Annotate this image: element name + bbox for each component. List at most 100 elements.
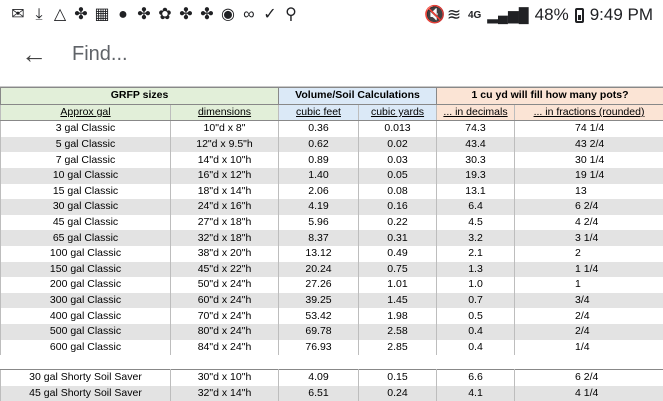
cell-decimals: 2.1 [437, 246, 515, 262]
cell-cubic-feet: 8.37 [279, 230, 359, 246]
cell-dimensions: 45"d x 22"h [171, 262, 279, 278]
cell-decimals: 0.7 [437, 293, 515, 309]
cell-fractions: 13 [515, 184, 663, 200]
table-row: 30 gal Classic24"d x 16"h4.190.166.46 2/… [1, 199, 663, 215]
col-header-dimensions: dimensions [171, 104, 279, 121]
cell-fractions: 43 2/4 [515, 137, 663, 153]
cell-cubic-yards: 0.24 [359, 386, 437, 401]
status-bar: ✉ ⤓ △ ✤ ▦ ● ✤ ✿ ✤ ✤ ◉ ∞ ✓ ⚲ 🔇 ≋ 4G ▂▄▆█ … [0, 0, 663, 30]
pot-size-table: GRFP sizes Volume/Soil Calculations 1 cu… [0, 87, 663, 401]
cell-dimensions: 38"d x 20"h [171, 246, 279, 262]
cell-fractions: 4 2/4 [515, 215, 663, 231]
cell-fractions: 30 1/4 [515, 152, 663, 168]
cell-cubic-feet: 6.51 [279, 386, 359, 401]
table-row: 5 gal Classic12"d x 9.5"h0.620.0243.443 … [1, 137, 663, 153]
cell-approx-gal: 500 gal Classic [1, 324, 171, 340]
cell-dimensions: 30"d x 10"h [171, 370, 279, 386]
cell-cubic-yards: 1.98 [359, 308, 437, 324]
cell-dimensions: 50"d x 24"h [171, 277, 279, 293]
cell-decimals: 1.3 [437, 262, 515, 278]
cell-decimals: 13.1 [437, 184, 515, 200]
cell-approx-gal: 45 gal Shorty Soil Saver [1, 386, 171, 401]
col-header-fractions: ... in fractions (rounded) [515, 104, 663, 121]
cell-dimensions: 18"d x 14"h [171, 184, 279, 200]
cell-approx-gal: 10 gal Classic [1, 168, 171, 184]
table-row: 10 gal Classic16"d x 12"h1.400.0519.319 … [1, 168, 663, 184]
cell-cubic-feet: 0.89 [279, 152, 359, 168]
col-header-cubic-yards: cubic yards [359, 104, 437, 121]
cell-decimals: 4.1 [437, 386, 515, 401]
cell-dimensions: 12"d x 9.5"h [171, 137, 279, 153]
find-bar: ← [0, 30, 663, 78]
cell-cubic-yards: 0.03 [359, 152, 437, 168]
calendar-icon: ▦ [94, 6, 110, 24]
cell-dimensions: 70"d x 24"h [171, 308, 279, 324]
table-row: 600 gal Classic84"d x 24"h76.932.850.41/… [1, 340, 663, 356]
cell-decimals: 6.4 [437, 199, 515, 215]
cell-decimals: 1.0 [437, 277, 515, 293]
table-row: 500 gal Classic80"d x 24"h69.782.580.42/… [1, 324, 663, 340]
cell-cubic-yards: 0.02 [359, 137, 437, 153]
col-header-decimals: ... in decimals [437, 104, 515, 121]
cell-cubic-yards: 2.58 [359, 324, 437, 340]
cell-fractions: 19 1/4 [515, 168, 663, 184]
cell-cubic-yards: 1.01 [359, 277, 437, 293]
cell-decimals: 43.4 [437, 137, 515, 153]
signal-icon: ▂▄▆█ [487, 7, 528, 24]
cell-fractions: 1 1/4 [515, 262, 663, 278]
cell-approx-gal: 400 gal Classic [1, 308, 171, 324]
table-row: 100 gal Classic38"d x 20"h13.120.492.12 [1, 246, 663, 262]
cell-approx-gal: 100 gal Classic [1, 246, 171, 262]
spacer-cell [437, 355, 515, 370]
volume-header: Volume/Soil Calculations [279, 88, 437, 105]
cell-cubic-feet: 5.96 [279, 215, 359, 231]
keyhole-icon: ⚲ [283, 6, 299, 24]
pinwheel-icon: ✤ [136, 6, 152, 24]
cell-cubic-feet: 69.78 [279, 324, 359, 340]
cell-cubic-feet: 0.62 [279, 137, 359, 153]
table-row: 65 gal Classic32"d x 18"h8.370.313.23 1/… [1, 230, 663, 246]
table-row: 45 gal Classic27"d x 18"h5.960.224.54 2/… [1, 215, 663, 231]
cell-cubic-feet: 1.40 [279, 168, 359, 184]
circle-icon: ● [115, 6, 131, 24]
find-input[interactable] [70, 42, 574, 67]
clock: 9:49 PM [590, 5, 653, 25]
cell-fractions: 4 1/4 [515, 386, 663, 401]
cell-cubic-yards: 0.013 [359, 121, 437, 137]
cell-cubic-yards: 0.22 [359, 215, 437, 231]
spacer-cell [515, 355, 663, 370]
cell-cubic-yards: 0.31 [359, 230, 437, 246]
cell-dimensions: 80"d x 24"h [171, 324, 279, 340]
cell-decimals: 3.2 [437, 230, 515, 246]
spacer-cell [359, 355, 437, 370]
col-header-approx-gal: Approx gal [1, 104, 171, 121]
cell-decimals: 0.4 [437, 340, 515, 356]
gmail-icon: ✉ [10, 6, 26, 24]
cell-cubic-yards: 0.16 [359, 199, 437, 215]
col-header-cubic-feet: cubic feet [279, 104, 359, 121]
cell-fractions: 1/4 [515, 340, 663, 356]
cell-dimensions: 32"d x 14"h [171, 386, 279, 401]
bird-icon: ✿ [157, 6, 173, 24]
cell-cubic-feet: 4.09 [279, 370, 359, 386]
cell-fractions: 74 1/4 [515, 121, 663, 137]
cell-decimals: 4.5 [437, 215, 515, 231]
spacer-cell [279, 355, 359, 370]
spreadsheet-view[interactable]: GRFP sizes Volume/Soil Calculations 1 cu… [0, 86, 663, 401]
cell-cubic-yards: 1.45 [359, 293, 437, 309]
grfp-sizes-header: GRFP sizes [1, 88, 279, 105]
cell-approx-gal: 30 gal Shorty Soil Saver [1, 370, 171, 386]
cell-cubic-feet: 20.24 [279, 262, 359, 278]
cell-cubic-feet: 53.42 [279, 308, 359, 324]
cell-cubic-yards: 0.75 [359, 262, 437, 278]
cell-cubic-feet: 39.25 [279, 293, 359, 309]
table-spacer-row [1, 355, 663, 370]
back-arrow-icon[interactable]: ← [12, 34, 56, 74]
cell-decimals: 0.5 [437, 308, 515, 324]
cell-dimensions: 32"d x 18"h [171, 230, 279, 246]
cell-cubic-yards: 2.85 [359, 340, 437, 356]
cell-cubic-feet: 2.06 [279, 184, 359, 200]
table-row: 15 gal Classic18"d x 14"h2.060.0813.113 [1, 184, 663, 200]
table-row: 30 gal Shorty Soil Saver30"d x 10"h4.090… [1, 370, 663, 386]
cell-decimals: 19.3 [437, 168, 515, 184]
